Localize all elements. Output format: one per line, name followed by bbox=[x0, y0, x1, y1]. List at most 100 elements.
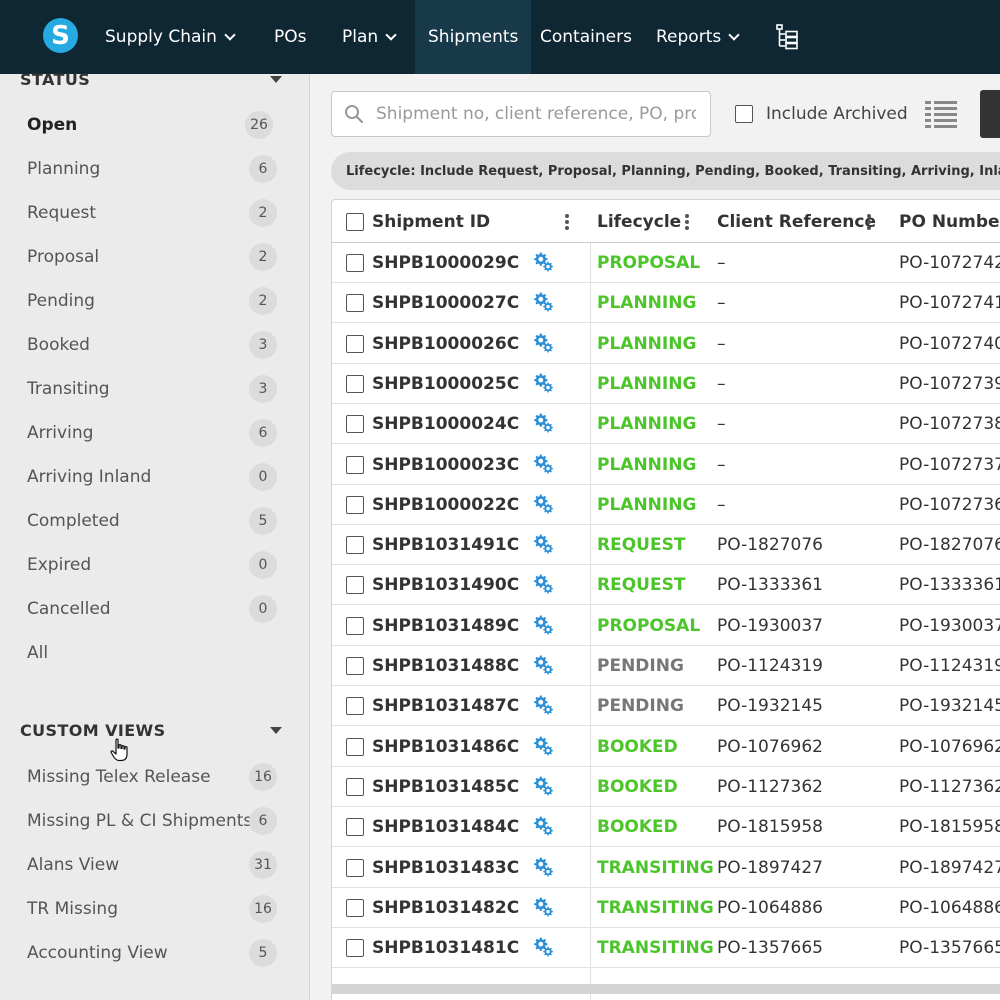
gears-icon[interactable] bbox=[531, 935, 557, 961]
nav-containers[interactable]: Containers bbox=[528, 0, 644, 74]
gears-icon[interactable] bbox=[531, 734, 557, 760]
column-po-number[interactable]: PO Number bbox=[899, 200, 1000, 243]
nav-pos[interactable]: POs bbox=[262, 0, 319, 74]
shipment-id-link[interactable]: SHPB1031485C bbox=[372, 777, 519, 797]
row-checkbox[interactable] bbox=[346, 374, 364, 393]
sidebar-status-item[interactable]: Expired 0 bbox=[27, 550, 277, 580]
sidebar-status-item[interactable]: Open 26 bbox=[27, 110, 277, 140]
sidebar-custom-view-item[interactable]: Missing Telex Release 16 bbox=[27, 762, 277, 792]
select-all-checkbox[interactable] bbox=[346, 212, 364, 231]
sidebar-custom-view-item[interactable]: Accounting View 5 bbox=[27, 938, 277, 968]
column-menu-icon[interactable] bbox=[685, 214, 689, 230]
table-row[interactable]: SHPB1000027C PLANNING – PO-1072741 bbox=[332, 283, 1000, 324]
gears-icon[interactable] bbox=[531, 331, 557, 357]
gears-icon[interactable] bbox=[531, 774, 557, 800]
table-row[interactable]: SHPB1031491C REQUEST PO-1827076 PO-1827076 bbox=[332, 525, 1000, 566]
sidebar-status-item[interactable]: Request 2 bbox=[27, 198, 277, 228]
row-checkbox[interactable] bbox=[346, 697, 364, 716]
app-logo[interactable]: S bbox=[43, 18, 78, 53]
table-row[interactable]: SHPB1031486C BOOKED PO-1076962 PO-1076962 bbox=[332, 727, 1000, 767]
gears-icon[interactable] bbox=[531, 613, 557, 639]
row-checkbox[interactable] bbox=[346, 415, 364, 434]
row-checkbox[interactable] bbox=[346, 737, 364, 756]
table-row[interactable]: SHPB1031487C PENDING PO-1932145 PO-1932145 bbox=[332, 686, 1000, 727]
gears-icon[interactable] bbox=[531, 855, 557, 881]
sidebar-status-item[interactable]: Pending 2 bbox=[27, 286, 277, 316]
table-row[interactable]: SHPB1000026C PLANNING – PO-1072740 bbox=[332, 324, 1000, 364]
table-row[interactable]: SHPB1031481C TRANSITING PO-1357665 PO-13576… bbox=[332, 928, 1000, 969]
shipment-id-link[interactable]: SHPB1000022C bbox=[372, 495, 519, 515]
sidebar-status-item[interactable]: Arriving 6 bbox=[27, 418, 277, 448]
shipment-id-link[interactable]: SHPB1000027C bbox=[372, 293, 519, 313]
shipment-id-link[interactable]: SHPB1031484C bbox=[372, 817, 519, 837]
action-button[interactable] bbox=[980, 90, 1000, 138]
table-row[interactable]: SHPB1031485C BOOKED PO-1127362 PO-1127362 bbox=[332, 767, 1000, 807]
row-checkbox[interactable] bbox=[346, 818, 364, 837]
include-archived-checkbox[interactable] bbox=[735, 105, 753, 123]
collapse-caret-icon[interactable] bbox=[270, 76, 282, 83]
table-row[interactable]: SHPB1000024C PLANNING – PO-1072738 bbox=[332, 404, 1000, 445]
nav-reports[interactable]: Reports bbox=[644, 0, 750, 74]
flow-list-icon[interactable] bbox=[776, 24, 798, 50]
shipment-id-link[interactable]: SHPB1000029C bbox=[372, 253, 519, 273]
gears-icon[interactable] bbox=[531, 572, 557, 598]
table-row[interactable]: SHPB1031482C TRANSITING PO-1064886 PO-10648… bbox=[332, 888, 1000, 928]
shipment-id-link[interactable]: SHPB1031489C bbox=[372, 616, 519, 636]
row-checkbox[interactable] bbox=[346, 455, 364, 474]
shipment-id-link[interactable]: SHPB1000026C bbox=[372, 334, 519, 354]
gears-icon[interactable] bbox=[531, 371, 557, 397]
row-checkbox[interactable] bbox=[346, 858, 364, 877]
table-row[interactable]: SHPB1031489C PROPOSAL PO-1930037 PO-1930037 bbox=[332, 606, 1000, 646]
table-row[interactable]: SHPB1031483C TRANSITING PO-1897427 PO-18974… bbox=[332, 848, 1000, 888]
shipment-id-link[interactable]: SHPB1000023C bbox=[372, 455, 519, 475]
gears-icon[interactable] bbox=[531, 290, 557, 316]
column-client-reference[interactable]: Client Reference bbox=[717, 200, 876, 243]
shipment-id-link[interactable]: SHPB1031487C bbox=[372, 696, 519, 716]
shipment-id-link[interactable]: SHPB1031490C bbox=[372, 575, 519, 595]
nav-supply-chain[interactable]: Supply Chain bbox=[93, 0, 246, 74]
sidebar-status-item[interactable]: Completed 5 bbox=[27, 506, 277, 536]
shipment-id-link[interactable]: SHPB1031486C bbox=[372, 737, 519, 757]
column-shipment-id[interactable]: Shipment ID bbox=[346, 200, 490, 243]
table-row[interactable]: SHPB1000023C PLANNING – PO-1072737 bbox=[332, 445, 1000, 485]
shipment-id-link[interactable]: SHPB1031482C bbox=[372, 898, 519, 918]
sidebar-status-item[interactable]: Transiting 3 bbox=[27, 374, 277, 404]
column-menu-icon[interactable] bbox=[867, 214, 871, 230]
row-checkbox[interactable] bbox=[346, 777, 364, 796]
table-row[interactable]: SHPB1031488C PENDING PO-1124319 PO-1124319 bbox=[332, 646, 1000, 686]
shipment-id-link[interactable]: SHPB1000024C bbox=[372, 414, 519, 434]
row-checkbox[interactable] bbox=[346, 939, 364, 958]
list-view-icon[interactable] bbox=[925, 100, 957, 128]
table-row[interactable]: SHPB1031484C BOOKED PO-1815958 PO-1815958 bbox=[332, 807, 1000, 848]
row-checkbox[interactable] bbox=[346, 576, 364, 595]
row-checkbox[interactable] bbox=[346, 334, 364, 353]
gears-icon[interactable] bbox=[531, 250, 557, 276]
gears-icon[interactable] bbox=[531, 653, 557, 679]
row-checkbox[interactable] bbox=[346, 254, 364, 272]
shipment-id-link[interactable]: SHPB1000025C bbox=[372, 374, 519, 394]
sidebar-status-item[interactable]: Planning 6 bbox=[27, 154, 277, 184]
row-checkbox[interactable] bbox=[346, 495, 364, 514]
lifecycle-filter-chip[interactable]: Lifecycle: Include Request, Proposal, Pl… bbox=[331, 152, 1000, 190]
gears-icon[interactable] bbox=[531, 814, 557, 840]
row-checkbox[interactable] bbox=[346, 616, 364, 635]
sidebar-custom-view-item[interactable]: TR Missing 16 bbox=[27, 894, 277, 924]
search-box[interactable] bbox=[331, 91, 711, 137]
collapse-caret-icon[interactable] bbox=[270, 727, 282, 734]
sidebar-status-item[interactable]: Proposal 2 bbox=[27, 242, 277, 272]
sidebar-status-item[interactable]: Arriving Inland 0 bbox=[27, 462, 277, 492]
horizontal-scrollbar[interactable] bbox=[331, 984, 1000, 994]
table-row[interactable]: SHPB1000029C PROPOSAL – PO-1072742 bbox=[332, 243, 1000, 283]
column-lifecycle[interactable]: Lifecycle bbox=[597, 200, 681, 243]
row-checkbox[interactable] bbox=[346, 536, 364, 555]
nav-plan[interactable]: Plan bbox=[330, 0, 407, 74]
gears-icon[interactable] bbox=[531, 693, 557, 719]
shipment-id-link[interactable]: SHPB1031488C bbox=[372, 656, 519, 676]
gears-icon[interactable] bbox=[531, 492, 557, 518]
gears-icon[interactable] bbox=[531, 452, 557, 478]
shipment-id-link[interactable]: SHPB1031483C bbox=[372, 858, 519, 878]
gears-icon[interactable] bbox=[531, 411, 557, 437]
sidebar-custom-view-item[interactable]: Missing PL & CI Shipments 6 bbox=[27, 806, 277, 836]
row-checkbox[interactable] bbox=[346, 294, 364, 313]
sidebar-status-item[interactable]: All bbox=[27, 638, 277, 668]
